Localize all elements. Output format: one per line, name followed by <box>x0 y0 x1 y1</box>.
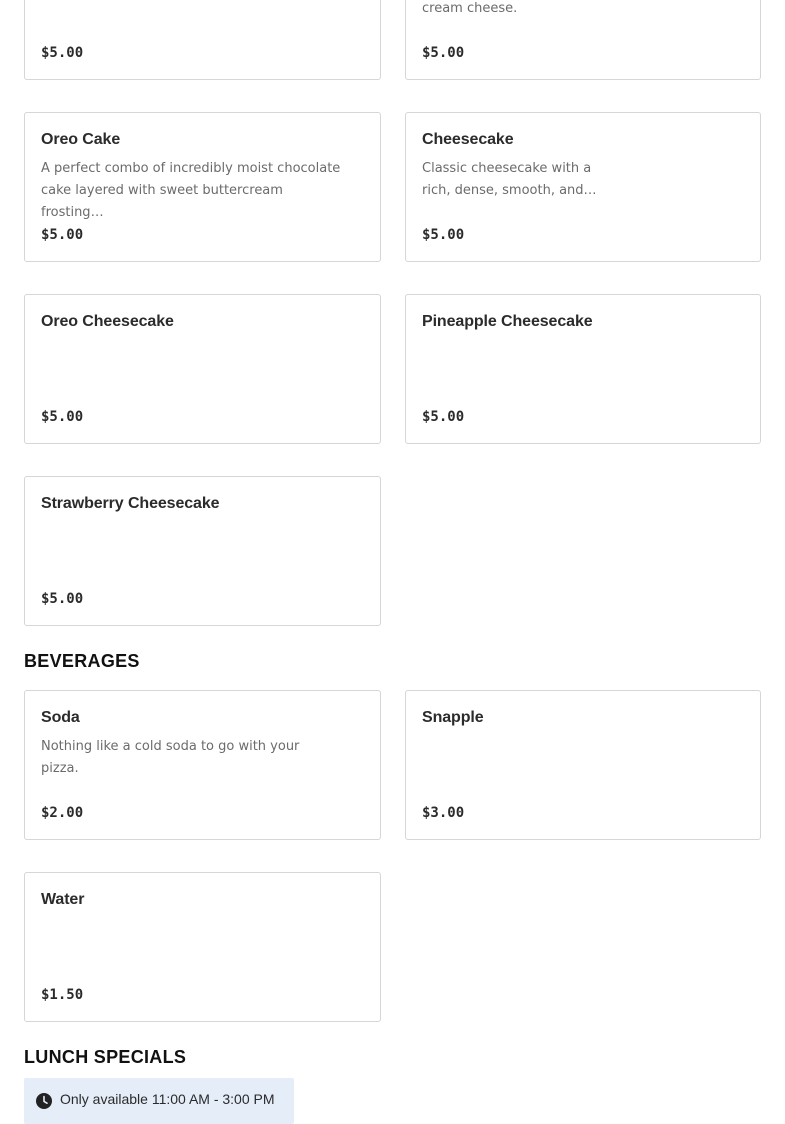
item-price: $5.00 <box>41 45 84 61</box>
menu-item-strawberry-cheesecake[interactable]: Strawberry Cheesecake $5.00 <box>24 476 381 626</box>
item-name: Strawberry Cheesecake <box>41 495 220 512</box>
menu-item-cheesecake[interactable]: Cheesecake Classic cheesecake with a ric… <box>405 112 761 262</box>
item-description: A perfect combo of incredibly moist choc… <box>41 161 341 220</box>
item-name: Oreo Cheesecake <box>41 313 174 330</box>
menu-item-card[interactable]: cream cheese. $5.00 <box>405 0 761 80</box>
item-price: $2.00 <box>41 805 84 821</box>
item-name: Cheesecake <box>422 131 514 148</box>
item-description: Classic cheesecake with a rich, dense, s… <box>422 161 597 198</box>
item-price: $1.50 <box>41 987 84 1003</box>
item-price: $5.00 <box>41 409 84 425</box>
item-name: Pineapple Cheesecake <box>422 313 593 330</box>
item-description: cream cheese. <box>422 1 518 16</box>
menu-item-snapple[interactable]: Snapple $3.00 <box>405 690 761 840</box>
item-price: $5.00 <box>41 227 84 243</box>
availability-text: Only available 11:00 AM - 3:00 PM <box>60 1091 275 1107</box>
item-name: Snapple <box>422 709 484 726</box>
menu-item-card[interactable]: $5.00 <box>24 0 381 80</box>
item-price: $5.00 <box>422 409 465 425</box>
item-price: $5.00 <box>422 227 465 243</box>
section-title-beverages: BEVERAGES <box>24 651 140 671</box>
menu-item-oreo-cheesecake[interactable]: Oreo Cheesecake $5.00 <box>24 294 381 444</box>
menu-item-oreo-cake[interactable]: Oreo Cake A perfect combo of incredibly … <box>24 112 381 262</box>
menu-item-soda[interactable]: Soda Nothing like a cold soda to go with… <box>24 690 381 840</box>
item-name: Water <box>41 891 85 908</box>
clock-icon <box>36 1093 52 1109</box>
availability-notice: Only available 11:00 AM - 3:00 PM <box>24 1078 294 1124</box>
item-name: Oreo Cake <box>41 131 121 148</box>
item-name: Soda <box>41 709 80 726</box>
menu-item-water[interactable]: Water $1.50 <box>24 872 381 1022</box>
item-description: Nothing like a cold soda to go with your… <box>41 739 300 776</box>
item-price: $5.00 <box>41 591 84 607</box>
section-title-lunch-specials: LUNCH SPECIALS <box>24 1047 187 1067</box>
item-price: $3.00 <box>422 805 465 821</box>
item-price: $5.00 <box>422 45 465 61</box>
menu-item-pineapple-cheesecake[interactable]: Pineapple Cheesecake $5.00 <box>405 294 761 444</box>
